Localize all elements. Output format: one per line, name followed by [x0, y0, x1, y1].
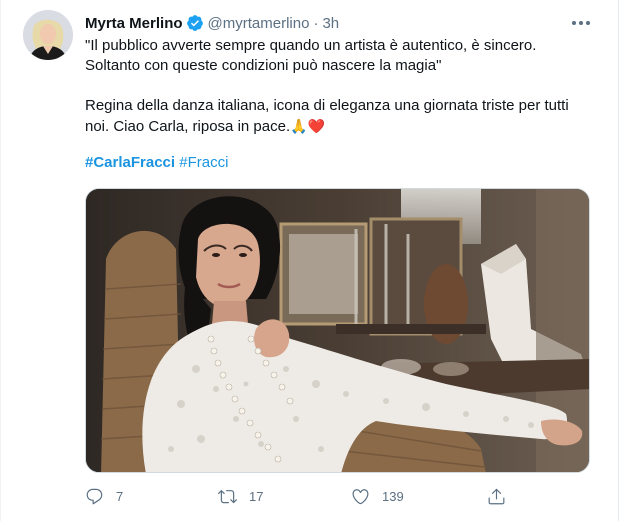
- tweet-photo[interactable]: [85, 188, 590, 473]
- share-button[interactable]: [487, 484, 506, 508]
- header-separator: ·: [313, 14, 319, 32]
- tweet-text: "Il pubblico avverte sempre quando un ar…: [85, 36, 585, 173]
- verified-badge-icon: [186, 15, 203, 31]
- message-text: Regina della danza italiana, icona di el…: [85, 97, 569, 135]
- retweet-count: 17: [249, 488, 264, 504]
- tweet-timestamp[interactable]: 3h: [322, 15, 339, 32]
- more-options-button[interactable]: [566, 12, 596, 34]
- photo-image: [86, 189, 589, 472]
- quote-paragraph: "Il pubblico avverte sempre quando un ar…: [85, 37, 537, 74]
- share-icon: [488, 488, 505, 504]
- reply-icon: [86, 488, 103, 504]
- author-name[interactable]: Myrta Merlino: [85, 15, 183, 32]
- like-button[interactable]: 139: [351, 484, 404, 508]
- author-handle[interactable]: @myrtamerlino: [208, 15, 310, 32]
- emoji-pray-heart: 🙏❤️: [290, 118, 325, 134]
- retweet-button[interactable]: 17: [218, 484, 263, 508]
- tweet[interactable]: Myrta Merlino @myrtamerlino · 3h "Il pub…: [0, 0, 619, 521]
- reply-button[interactable]: 7: [85, 484, 123, 508]
- like-count: 139: [382, 488, 404, 504]
- more-dot-icon: [586, 21, 590, 25]
- reply-count: 7: [116, 488, 124, 504]
- message-paragraph: Regina della danza italiana, icona di el…: [85, 96, 585, 137]
- retweet-icon: [218, 489, 237, 503]
- author-avatar[interactable]: [23, 10, 73, 60]
- hashtag-fracci[interactable]: #Fracci: [179, 154, 228, 171]
- more-dot-icon: [572, 21, 576, 25]
- tweet-actions: 7 17 139: [85, 484, 515, 508]
- tweet-header: Myrta Merlino @myrtamerlino · 3h: [85, 13, 339, 33]
- more-dot-icon: [579, 21, 583, 25]
- hashtag-carlafracci[interactable]: #CarlaFracci: [85, 154, 175, 171]
- heart-icon: [352, 488, 369, 504]
- avatar-photo-icon: [23, 10, 73, 60]
- hashtags: #CarlaFracci #Fracci: [85, 153, 585, 173]
